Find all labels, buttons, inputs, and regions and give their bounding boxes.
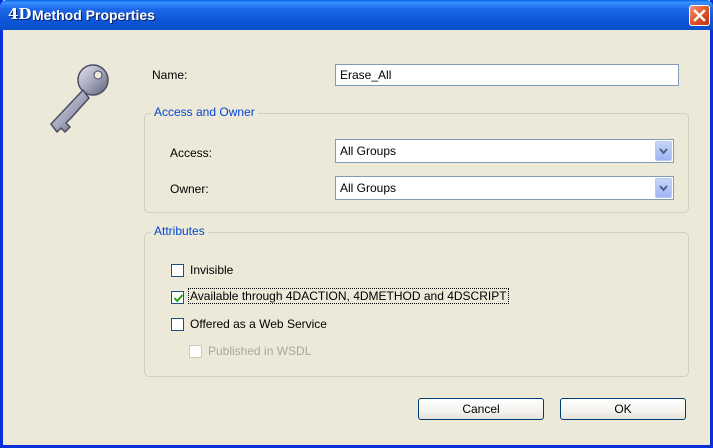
access-select[interactable]: All Groups — [335, 139, 674, 163]
access-owner-title: Access and Owner — [151, 105, 258, 119]
owner-label: Owner: — [170, 182, 209, 196]
checkmark-icon — [173, 294, 184, 303]
window-title: Method Properties — [32, 7, 155, 23]
access-dropdown-button[interactable] — [655, 141, 672, 161]
key-icon — [50, 64, 109, 133]
owner-value: All Groups — [340, 181, 397, 195]
access-value: All Groups — [340, 144, 397, 158]
name-field[interactable]: Erase_All — [335, 64, 679, 86]
wsdl-label: Published in WSDL — [208, 344, 312, 358]
access-label: Access: — [170, 146, 213, 160]
title-bar[interactable]: 4D Method Properties — [0, 0, 713, 30]
name-value: Erase_All — [340, 68, 392, 82]
available-checkbox[interactable] — [171, 291, 184, 304]
app-logo: 4D — [8, 5, 32, 23]
close-icon — [693, 9, 706, 22]
web-service-label[interactable]: Offered as a Web Service — [190, 317, 327, 331]
ok-button[interactable]: OK — [560, 398, 686, 420]
wsdl-checkbox — [189, 345, 202, 358]
chevron-down-icon — [659, 148, 668, 155]
name-label: Name: — [152, 68, 188, 82]
attributes-title: Attributes — [151, 224, 208, 238]
invisible-checkbox[interactable] — [171, 264, 184, 277]
close-button[interactable] — [689, 5, 710, 26]
chevron-down-icon — [659, 185, 668, 192]
web-service-checkbox[interactable] — [171, 318, 184, 331]
available-label[interactable]: Available through 4DACTION, 4DMETHOD and… — [188, 288, 509, 304]
cancel-button[interactable]: Cancel — [418, 398, 544, 420]
owner-select[interactable]: All Groups — [335, 176, 674, 200]
invisible-label[interactable]: Invisible — [190, 263, 233, 277]
owner-dropdown-button[interactable] — [655, 178, 672, 198]
method-properties-dialog: 4D Method Properties Name: Erase_All Acc… — [0, 0, 713, 448]
